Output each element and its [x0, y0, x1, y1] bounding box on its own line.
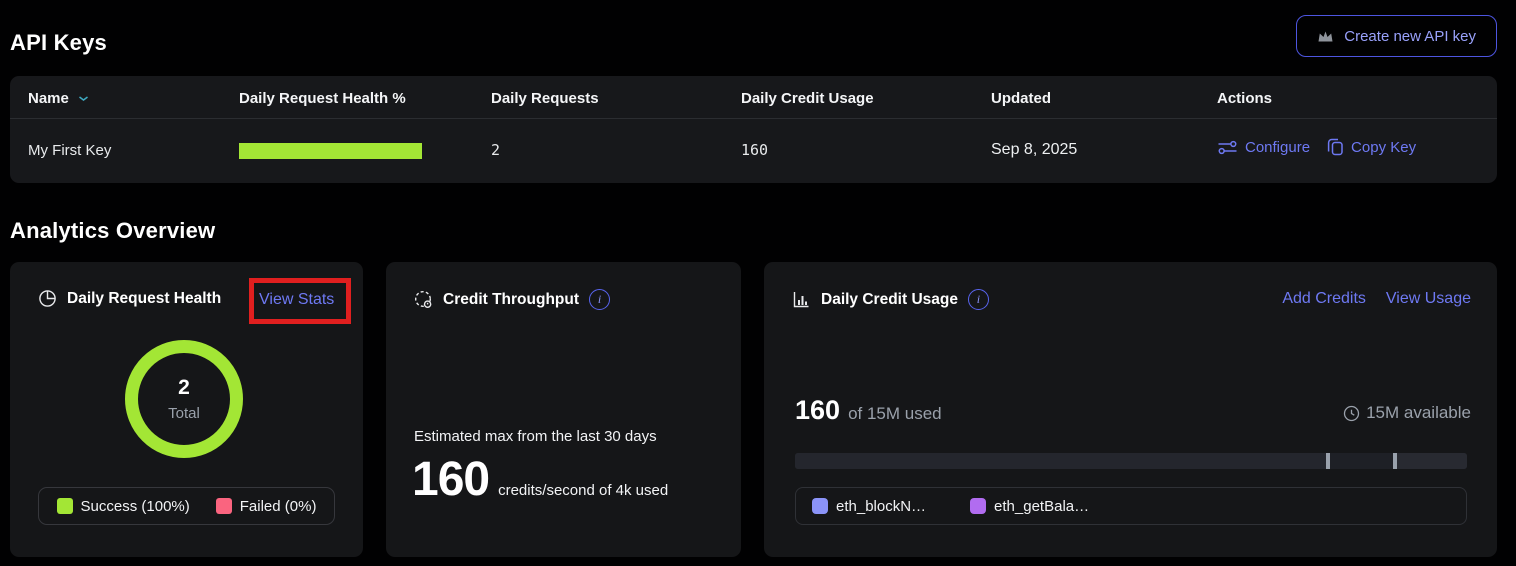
- sort-chevron-down-icon[interactable]: [77, 94, 90, 103]
- legend-item-success: Success (100%): [57, 498, 190, 515]
- progress-tick-marker: [1326, 453, 1330, 469]
- page-title: API Keys: [10, 30, 107, 56]
- usage-card-links: Add Credits View Usage: [1282, 290, 1471, 308]
- credit-throughput-card: Credit Throughput i Estimated max from t…: [386, 262, 741, 557]
- clock-icon: [1343, 405, 1360, 422]
- health-card-header: Daily Request Health: [38, 289, 221, 308]
- annotation-highlight-box: [249, 278, 351, 324]
- health-total-value: 2: [178, 376, 190, 400]
- sliders-icon: [1217, 139, 1238, 156]
- health-legend: Success (100%) Failed (0%): [38, 487, 335, 525]
- configure-link[interactable]: Configure: [1217, 139, 1310, 156]
- api-key-name: My First Key: [28, 142, 111, 159]
- row-actions: Configure Copy Key: [1217, 138, 1416, 157]
- daily-requests-value: 2: [491, 141, 500, 159]
- crown-icon: [1317, 29, 1334, 43]
- gauge-icon: [414, 290, 433, 309]
- pie-chart-icon: [38, 289, 57, 308]
- column-header-actions: Actions: [1217, 90, 1272, 107]
- view-usage-link[interactable]: View Usage: [1386, 290, 1471, 308]
- usage-stat-row: 160 of 15M used: [795, 397, 942, 424]
- daily-request-health-card: Daily Request Health View Stats 2 Total …: [10, 262, 363, 557]
- throughput-value-suffix: credits/second of 4k used: [498, 482, 668, 499]
- failed-swatch: [216, 498, 232, 514]
- progress-segment: [795, 453, 1326, 469]
- credit-usage-progress-bar: [795, 453, 1467, 469]
- info-icon[interactable]: i: [589, 289, 610, 310]
- add-credits-link[interactable]: Add Credits: [1282, 290, 1366, 308]
- legend-item-eth-getbalance: eth_getBala…: [970, 498, 1089, 515]
- progress-segment: [1326, 453, 1393, 469]
- usage-card-title: Daily Credit Usage: [821, 291, 958, 309]
- column-header-health: Daily Request Health %: [239, 90, 406, 107]
- create-api-key-button[interactable]: Create new API key: [1296, 15, 1497, 57]
- updated-date: Sep 8, 2025: [991, 141, 1077, 159]
- throughput-value-row: 160 credits/second of 4k used: [412, 456, 668, 504]
- column-header-updated: Updated: [991, 90, 1051, 107]
- throughput-value: 160: [412, 456, 489, 504]
- credits-used-suffix: of 15M used: [848, 404, 942, 424]
- throughput-card-header: Credit Throughput i: [414, 289, 610, 310]
- column-header-daily-requests: Daily Requests: [491, 90, 599, 107]
- progress-segment: [1393, 453, 1467, 469]
- legend-item-eth-blocknumber: eth_blockN…: [812, 498, 926, 515]
- credits-available: 15M available: [1343, 403, 1471, 423]
- create-api-key-label: Create new API key: [1344, 28, 1476, 45]
- daily-credit-usage-card: Daily Credit Usage i Add Credits View Us…: [764, 262, 1497, 557]
- copy-icon: [1327, 138, 1344, 157]
- bar-chart-icon: [792, 290, 811, 309]
- column-header-name[interactable]: Name: [28, 90, 90, 107]
- eth-getbalance-swatch: [970, 498, 986, 514]
- usage-legend: eth_blockN… eth_getBala…: [795, 487, 1467, 525]
- throughput-card-title: Credit Throughput: [443, 291, 579, 309]
- api-keys-table: Name Daily Request Health % Daily Reques…: [10, 76, 1497, 183]
- credits-available-label: 15M available: [1366, 403, 1471, 423]
- health-percent-bar: [239, 143, 422, 159]
- eth-blocknumber-swatch: [812, 498, 828, 514]
- daily-credit-usage-value: 160: [741, 141, 768, 159]
- usage-card-header: Daily Credit Usage i: [792, 289, 989, 310]
- health-total-label: Total: [168, 405, 200, 422]
- copy-key-link[interactable]: Copy Key: [1327, 138, 1416, 157]
- analytics-section-title: Analytics Overview: [10, 218, 215, 244]
- health-donut-center: 2 Total: [125, 340, 243, 458]
- column-header-daily-credit-usage: Daily Credit Usage: [741, 90, 874, 107]
- credits-used-value: 160: [795, 397, 840, 424]
- dashboard: API Keys Create new API key Name Daily R…: [0, 0, 1516, 566]
- table-row[interactable]: My First Key 2 160 Sep 8, 2025 Configure…: [10, 118, 1497, 183]
- legend-item-failed: Failed (0%): [216, 498, 317, 515]
- health-card-title: Daily Request Health: [67, 290, 221, 308]
- success-swatch: [57, 498, 73, 514]
- throughput-subtitle: Estimated max from the last 30 days: [414, 428, 657, 445]
- progress-tick-marker: [1393, 453, 1397, 469]
- info-icon[interactable]: i: [968, 289, 989, 310]
